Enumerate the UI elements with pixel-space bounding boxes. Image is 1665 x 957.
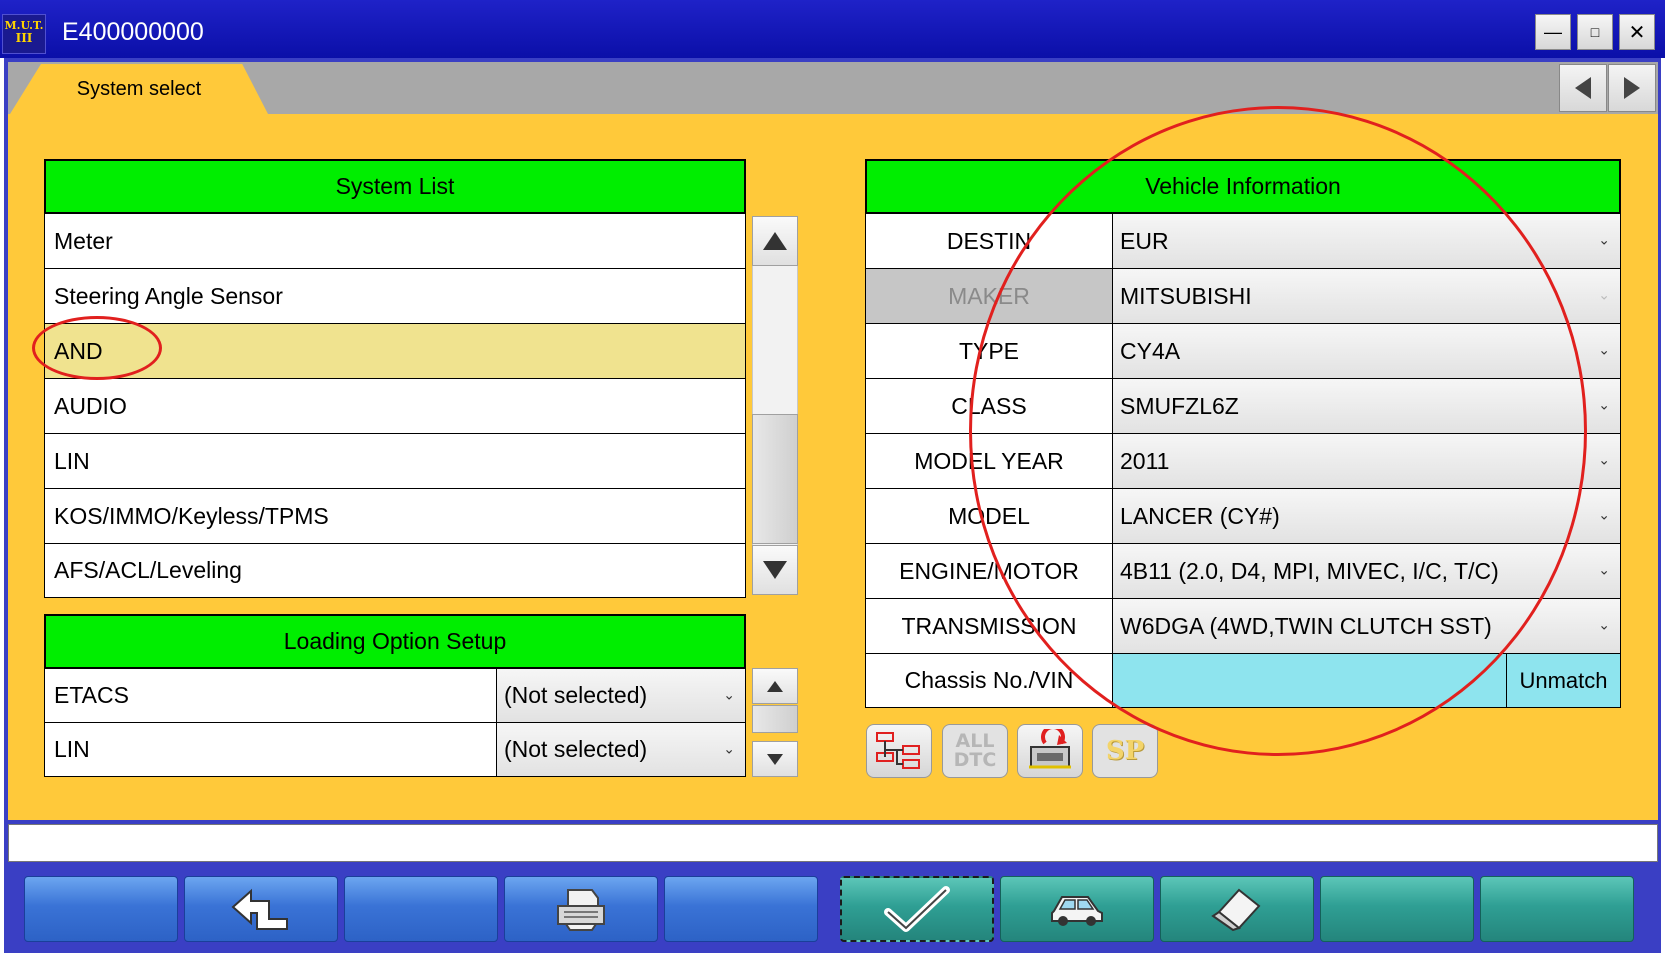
loading-option-scrollbar-thumb[interactable] (752, 705, 798, 733)
system-list-item[interactable]: Steering Angle Sensor (44, 268, 746, 324)
destin-value: EUR (1120, 227, 1169, 254)
system-list-item[interactable]: Meter (44, 213, 746, 269)
field-label-model: MODEL (865, 488, 1113, 544)
chevron-down-icon: ⌄ (1598, 396, 1610, 413)
vehicle-info-header: Vehicle Information (865, 159, 1621, 214)
maker-select: MITSUBISHI ⌄ (1112, 268, 1621, 324)
system-list-item[interactable]: KOS/IMMO/Keyless/TPMS (44, 488, 746, 544)
vin-input[interactable] (1112, 653, 1507, 708)
chevron-down-icon: ⌄ (1598, 231, 1610, 248)
field-label-maker: MAKER (865, 268, 1113, 324)
lin-option-value: (Not selected) (504, 736, 648, 762)
all-dtc-label-line2: DTC (953, 749, 997, 771)
printer-icon (557, 889, 605, 931)
arrow-right-icon (1624, 77, 1640, 99)
previous-page-button[interactable] (1559, 64, 1607, 112)
loading-option-header: Loading Option Setup (44, 614, 746, 669)
etacs-option-value: (Not selected) (504, 682, 648, 708)
system-tree-button[interactable] (866, 724, 932, 778)
confirm-button[interactable] (840, 876, 994, 942)
transmission-value: W6DGA (4WD,TWIN CLUTCH SST) (1120, 612, 1492, 639)
function-key-5[interactable] (664, 876, 818, 942)
arrow-up-icon (767, 680, 783, 692)
system-list-scroll-up-button[interactable] (752, 216, 798, 266)
return-arrow-icon (231, 888, 288, 930)
eraser-icon (1211, 888, 1261, 932)
ecu-reprogram-button[interactable] (1017, 724, 1083, 778)
system-list-scroll-down-button[interactable] (752, 545, 798, 595)
engine-motor-select[interactable]: 4B11 (2.0, D4, MPI, MIVEC, I/C, T/C) ⌄ (1112, 543, 1621, 599)
class-select[interactable]: SMUFZL6Z ⌄ (1112, 378, 1621, 434)
model-year-value: 2011 (1120, 447, 1170, 474)
model-year-select[interactable]: 2011 ⌄ (1112, 433, 1621, 489)
chevron-down-icon: ⌄ (1598, 561, 1610, 578)
chevron-down-icon: ⌄ (1598, 506, 1610, 523)
system-list-scrollbar-thumb[interactable] (752, 414, 798, 544)
chevron-down-icon: ⌄ (723, 686, 735, 703)
type-select[interactable]: CY4A ⌄ (1112, 323, 1621, 379)
next-page-button[interactable] (1608, 64, 1656, 112)
chevron-down-icon: ⌄ (1598, 451, 1610, 468)
loading-option-scroll-up-button[interactable] (752, 668, 798, 704)
chevron-down-icon: ⌄ (1598, 616, 1610, 633)
system-list-item[interactable]: LIN (44, 433, 746, 489)
field-label-model-year: MODEL YEAR (865, 433, 1113, 489)
field-label-vin: Chassis No./VIN (865, 653, 1113, 708)
system-tree-icon (876, 732, 920, 769)
all-dtc-button[interactable]: ALL DTC (942, 724, 1008, 778)
arrow-up-icon (763, 232, 787, 250)
arrow-down-icon (763, 561, 787, 579)
etacs-option-select[interactable]: (Not selected) ⌄ (496, 668, 746, 723)
chevron-down-icon: ⌄ (1598, 341, 1610, 358)
field-label-destin: DESTIN (865, 213, 1113, 269)
maximize-button[interactable]: □ (1577, 14, 1613, 50)
loading-option-label: LIN (44, 722, 497, 777)
system-list-item[interactable]: AFS/ACL/Leveling (44, 543, 746, 598)
loading-option-label: ETACS (44, 668, 497, 723)
minimize-button[interactable]: — (1535, 14, 1571, 50)
tab-system-select[interactable]: System select (10, 64, 268, 114)
arrow-left-icon (1575, 77, 1591, 99)
sp-label: SP (1105, 736, 1145, 766)
field-label-class: CLASS (865, 378, 1113, 434)
field-label-type: TYPE (865, 323, 1113, 379)
checkmark-icon (884, 886, 950, 932)
field-label-transmission: TRANSMISSION (865, 598, 1113, 654)
chevron-down-icon: ⌄ (723, 740, 735, 757)
class-value: SMUFZL6Z (1120, 392, 1239, 419)
close-button[interactable]: ✕ (1619, 14, 1655, 50)
window-title: E400000000 (62, 18, 204, 46)
car-icon (1051, 896, 1103, 926)
transmission-select[interactable]: W6DGA (4WD,TWIN CLUTCH SST) ⌄ (1112, 598, 1621, 654)
mut3-logo-icon: M.U.T. III (2, 14, 46, 54)
system-list-header: System List (44, 159, 746, 214)
engine-motor-value: 4B11 (2.0, D4, MPI, MIVEC, I/C, T/C) (1120, 557, 1499, 584)
arrow-down-icon (767, 753, 783, 765)
function-key-1[interactable] (24, 876, 178, 942)
system-list-item-selected[interactable]: AND (44, 323, 746, 379)
title-bar (0, 0, 1665, 58)
unmatch-status: Unmatch (1506, 653, 1621, 708)
vehicle-select-button[interactable] (1000, 876, 1154, 942)
system-list-item[interactable]: AUDIO (44, 378, 746, 434)
sp-button[interactable]: SP (1092, 724, 1158, 778)
print-button[interactable] (504, 876, 658, 942)
field-label-engine-motor: ENGINE/MOTOR (865, 543, 1113, 599)
loading-option-scroll-down-button[interactable] (752, 741, 798, 777)
type-value: CY4A (1120, 337, 1181, 364)
destin-select[interactable]: EUR ⌄ (1112, 213, 1621, 269)
function-key-9[interactable] (1320, 876, 1474, 942)
clear-button[interactable] (1160, 876, 1314, 942)
maker-value: MITSUBISHI (1120, 282, 1252, 309)
model-value: LANCER (CY#) (1120, 502, 1280, 529)
back-button[interactable] (184, 876, 338, 942)
chevron-down-icon: ⌄ (1598, 286, 1610, 303)
model-select[interactable]: LANCER (CY#) ⌄ (1112, 488, 1621, 544)
function-key-3[interactable] (344, 876, 498, 942)
status-bar (8, 824, 1658, 862)
function-key-10[interactable] (1480, 876, 1634, 942)
ecu-refresh-icon (1029, 729, 1071, 769)
lin-option-select[interactable]: (Not selected) ⌄ (496, 722, 746, 777)
